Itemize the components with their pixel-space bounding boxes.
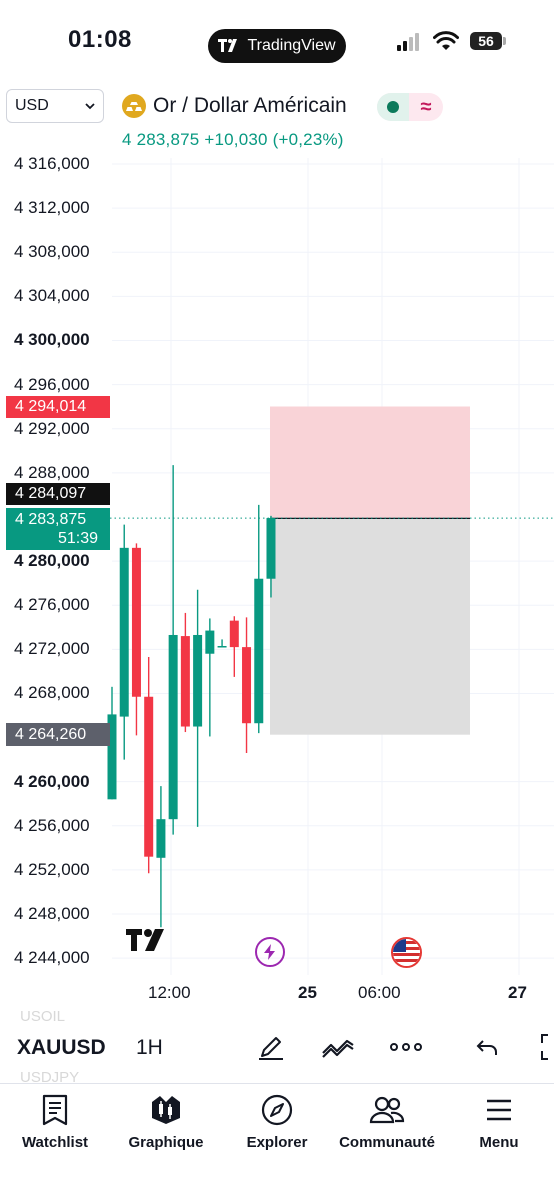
price-tick: 4 244,000 (14, 948, 90, 968)
symbol-selector[interactable]: XAUUSD (17, 1036, 113, 1060)
fullscreen-icon[interactable] (530, 1030, 554, 1064)
candle-body (180, 636, 190, 727)
candle-body (144, 696, 154, 857)
price-tick: 4 276,000 (14, 595, 90, 615)
price-tick: 4 256,000 (14, 815, 90, 835)
nav-label: Watchlist (21, 1134, 89, 1151)
us-flag-event-icon[interactable] (391, 937, 422, 968)
compass-icon (260, 1092, 294, 1128)
interval-selector[interactable]: 1H (136, 1036, 163, 1060)
price-tick: 4 248,000 (14, 904, 90, 924)
price-tick: 4 304,000 (14, 286, 90, 306)
price-tick: 4 316,000 (14, 154, 90, 173)
time-tick: 06:00 (358, 983, 401, 1002)
price-chart[interactable] (0, 0, 554, 1010)
stop-loss-price-label: 4 294,014 (6, 396, 110, 418)
candle-body (205, 630, 215, 654)
price-tick: 4 300,000 (14, 330, 90, 350)
nav-watchlist[interactable]: Watchlist (14, 1092, 96, 1151)
time-tick: 12:00 (148, 983, 191, 1002)
take-profit-price-label: 4 264,260 (6, 723, 110, 746)
watchlist-icon (42, 1092, 68, 1128)
pen-icon[interactable] (254, 1030, 288, 1064)
nav-communaute[interactable]: Communauté (334, 1092, 440, 1151)
ghost-symbol-above: USOIL (20, 1008, 66, 1025)
price-tick: 4 268,000 (14, 683, 90, 703)
stop-loss-zone (270, 406, 470, 519)
tradingview-watermark-icon (126, 929, 164, 951)
candle-body (217, 646, 227, 648)
community-icon (369, 1092, 405, 1128)
price-tick: 4 292,000 (14, 418, 90, 438)
candle-body (168, 634, 178, 820)
candle-body (193, 634, 203, 727)
price-tick: 4 280,000 (14, 551, 90, 571)
candle-body (119, 547, 129, 717)
nav-label: Explorer (246, 1134, 308, 1151)
take-profit-zone (270, 518, 470, 735)
candle-body (131, 547, 141, 697)
price-tick: 4 296,000 (14, 374, 90, 394)
indicators-icon[interactable] (321, 1030, 355, 1064)
last-price-value: 4 283,875 (15, 511, 87, 528)
more-icon[interactable] (389, 1030, 423, 1064)
price-tick: 4 260,000 (14, 771, 90, 791)
nav-label: Menu (479, 1134, 519, 1151)
bar-countdown: 51:39 (57, 530, 98, 547)
time-tick: 27 (508, 983, 527, 1002)
lightning-event-icon[interactable] (255, 937, 285, 967)
candle-body (254, 578, 264, 724)
menu-icon (485, 1092, 513, 1128)
nav-explorer[interactable]: Explorer (236, 1092, 318, 1151)
candle-body (156, 819, 166, 858)
nav-graphique[interactable]: Graphique (118, 1092, 214, 1151)
nav-label: Graphique (128, 1134, 204, 1151)
nav-label: Communauté (339, 1134, 435, 1151)
price-tick: 4 272,000 (14, 639, 90, 659)
last-price-label: 4 283,875 51:39 (6, 508, 110, 550)
nav-menu[interactable]: Menu (464, 1092, 534, 1151)
price-tick: 4 308,000 (14, 242, 90, 262)
high-price-label: 4 284,097 (6, 483, 110, 505)
time-tick: 25 (298, 983, 317, 1002)
candle-body (242, 647, 252, 724)
price-tick: 4 312,000 (14, 198, 90, 218)
price-tick: 4 288,000 (14, 462, 90, 482)
chart-icon (148, 1092, 184, 1128)
candle-body (266, 518, 276, 579)
undo-icon[interactable] (470, 1030, 504, 1064)
price-tick: 4 252,000 (14, 859, 90, 879)
candle-body (229, 620, 239, 648)
